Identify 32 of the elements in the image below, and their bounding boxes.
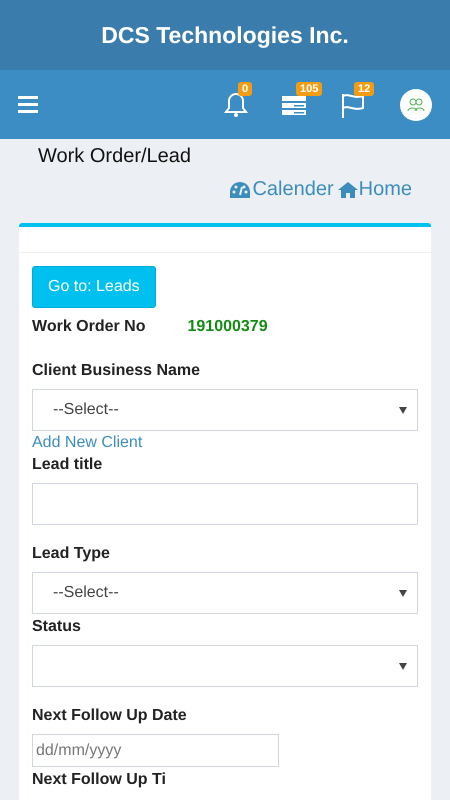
app-title: DCS Technologies Inc. xyxy=(101,22,349,48)
field-label: Next Follow Up Ti xyxy=(32,771,167,789)
date-field[interactable]: dd/mm/yyyy xyxy=(32,734,279,767)
text-field[interactable] xyxy=(32,483,418,525)
dropdown-field[interactable]: --Select-- xyxy=(32,572,418,614)
menu-icon[interactable] xyxy=(18,96,38,113)
field-label: Next Follow Up Date xyxy=(32,707,188,725)
bell-icon[interactable] xyxy=(224,92,248,118)
page-title: Work Order/Lead xyxy=(38,145,192,168)
count-badge: 12 xyxy=(354,82,374,96)
work-order-number: 191000379 xyxy=(188,318,268,336)
nav-link[interactable]: Calender xyxy=(229,178,334,201)
count-badge: 0 xyxy=(238,82,252,96)
list-icon[interactable] xyxy=(282,94,306,116)
count-badge: 105 xyxy=(296,82,322,96)
field-label: Work Order No xyxy=(32,318,146,336)
caret-icon xyxy=(399,662,407,670)
field-label: Client Business Name xyxy=(32,362,202,380)
caret-icon xyxy=(399,590,407,596)
avatar-icon[interactable] xyxy=(400,88,432,120)
field-label: Lead Type xyxy=(32,545,111,563)
dropdown-field[interactable]: --Select-- xyxy=(32,389,418,431)
field-label: Lead title xyxy=(32,456,104,474)
home-icon xyxy=(338,181,358,198)
go-to-leads-button[interactable]: Go to: Leads xyxy=(32,266,156,308)
caret-icon xyxy=(399,406,407,414)
add-client-link[interactable]: Add New Client xyxy=(32,434,142,452)
flag-icon[interactable] xyxy=(340,92,366,118)
dashboard-icon xyxy=(229,180,252,198)
dropdown-field[interactable] xyxy=(32,645,418,687)
nav-link[interactable]: Home xyxy=(338,178,412,201)
field-label: Status xyxy=(32,618,82,636)
